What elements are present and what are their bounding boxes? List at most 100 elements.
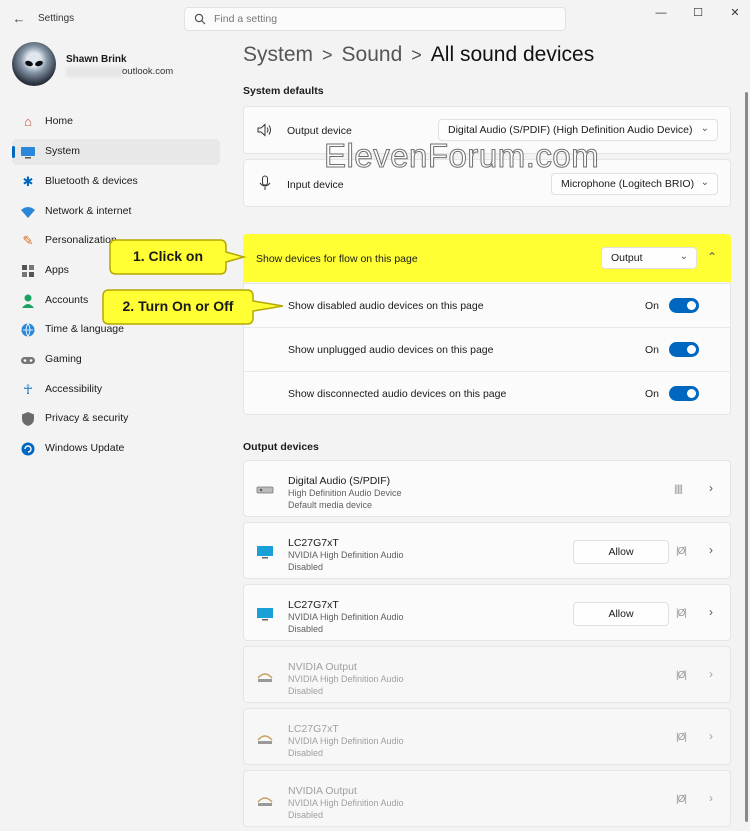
email-redaction (66, 67, 122, 77)
chevron-up-icon[interactable]: ⌃ (707, 250, 717, 264)
device-driver: NVIDIA High Definition Audio (288, 798, 404, 808)
sidebar-item-network[interactable]: Network & internet (12, 199, 220, 225)
volume-muted-icon: |Ø| (676, 608, 687, 619)
volume-muted-icon: |Ø| (676, 794, 687, 805)
sidebar-item-label: Accessibility (45, 383, 103, 395)
flow-option-label: Show disconnected audio devices on this … (288, 388, 507, 400)
toggle-state: On (645, 388, 660, 400)
device-card[interactable]: LC27G7xT NVIDIA High Definition Audio Di… (243, 584, 731, 641)
search-input[interactable]: Find a setting (184, 7, 566, 31)
volume-muted-icon: |Ø| (676, 546, 687, 557)
sidebar-item-system[interactable]: System (12, 139, 220, 165)
sidebar-item-label: Privacy & security (45, 412, 129, 424)
callout-turn-on-off-text: 2. Turn On or Off (122, 298, 234, 314)
search-placeholder: Find a setting (214, 13, 278, 25)
user-name: Shawn Brink (66, 54, 127, 65)
gamepad-icon (20, 352, 36, 368)
sidebar-item-home[interactable]: ⌂ Home (12, 109, 220, 135)
speaker-icon (257, 123, 271, 137)
minimize-button[interactable]: — (652, 6, 670, 20)
breadcrumb-sound[interactable]: Sound (342, 43, 403, 66)
callout-click-on-text: 1. Click on (132, 248, 204, 264)
monitor-icon (257, 546, 273, 559)
device-card[interactable]: NVIDIA Output NVIDIA High Definition Aud… (243, 646, 731, 703)
output-device-value: Digital Audio (S/PDIF) (High Definition … (448, 124, 693, 136)
audio-jack-icon (257, 735, 273, 744)
sidebar-item-label: Accounts (45, 294, 89, 306)
flow-option-label: Show unplugged audio devices on this pag… (288, 344, 494, 356)
watermark: ElevenForum.com (323, 137, 600, 175)
device-status: Disabled (288, 562, 324, 572)
maximize-button[interactable]: ☐ (689, 6, 707, 20)
toggle-state: On (645, 300, 660, 312)
device-status: Disabled (288, 624, 324, 634)
chevron-down-icon: ⌄ (700, 123, 709, 134)
brush-icon: ✎ (22, 233, 34, 248)
avatar[interactable] (12, 42, 56, 86)
chevron-right-icon: › (709, 729, 713, 743)
app-title: Settings (38, 13, 75, 24)
allow-button[interactable]: Allow (573, 540, 669, 564)
device-card[interactable]: Digital Audio (S/PDIF) High Definition A… (243, 460, 731, 517)
monitor-icon (257, 608, 273, 621)
flow-option-label: Show disabled audio devices on this page (288, 300, 484, 312)
device-status: Disabled (288, 686, 324, 696)
home-icon: ⌂ (24, 114, 32, 129)
flow-option-disconnected: Show disconnected audio devices on this … (244, 372, 730, 416)
flow-options: Show disabled audio devices on this page… (243, 283, 731, 415)
sidebar-item-bluetooth[interactable]: ✱ Bluetooth & devices (12, 169, 220, 195)
device-name: LC27G7xT (288, 599, 339, 611)
input-device-dropdown[interactable]: Microphone (Logitech BRIO) ⌄ (551, 173, 718, 195)
show-disabled-toggle[interactable] (669, 298, 699, 313)
device-status: Default media device (288, 500, 373, 510)
system-defaults-heading: System defaults (243, 85, 324, 97)
sidebar-item-label: Personalization (45, 234, 117, 246)
user-email: outlook.com (122, 66, 174, 77)
device-card[interactable]: LC27G7xT NVIDIA High Definition Audio Di… (243, 708, 731, 765)
flow-dropdown[interactable]: Output ⌄ (601, 247, 697, 269)
accessibility-icon: ☥ (23, 382, 33, 397)
volume-meter-icon: ||||| (674, 484, 683, 495)
device-name: LC27G7xT (288, 537, 339, 549)
device-driver: High Definition Audio Device (288, 488, 402, 498)
sidebar-item-windows-update[interactable]: Windows Update (12, 436, 220, 462)
sidebar-item-label: Apps (45, 264, 69, 276)
scrollbar[interactable] (745, 92, 748, 822)
device-driver: NVIDIA High Definition Audio (288, 612, 404, 622)
chevron-right-icon: › (709, 791, 713, 805)
audio-jack-icon (257, 673, 273, 682)
bluetooth-icon: ✱ (22, 174, 34, 189)
breadcrumb-system[interactable]: System (243, 43, 313, 66)
microphone-icon (259, 175, 271, 190)
sidebar-item-accessibility[interactable]: ☥ Accessibility (12, 377, 220, 403)
back-arrow-icon[interactable]: ← (10, 10, 28, 28)
audio-jack-icon (257, 797, 273, 806)
wifi-icon (20, 204, 36, 220)
sidebar-item-label: System (45, 145, 81, 157)
device-status: Disabled (288, 748, 324, 758)
globe-icon (20, 322, 36, 338)
sidebar-item-label: Network & internet (45, 205, 132, 217)
device-card[interactable]: LC27G7xT NVIDIA High Definition Audio Di… (243, 522, 731, 579)
speaker-box-icon (256, 486, 274, 494)
chevron-right-icon: › (709, 667, 713, 681)
sidebar-item-label: Bluetooth & devices (45, 175, 138, 187)
breadcrumb-separator: > (322, 45, 333, 65)
breadcrumb: System > Sound > All sound devices (243, 43, 594, 67)
input-device-value: Microphone (Logitech BRIO) (561, 178, 695, 190)
allow-button[interactable]: Allow (573, 602, 669, 626)
show-unplugged-toggle[interactable] (669, 342, 699, 357)
chevron-right-icon: › (709, 605, 713, 619)
close-button[interactable]: ✕ (726, 6, 744, 20)
accounts-icon (20, 293, 36, 309)
breadcrumb-separator: > (411, 45, 422, 65)
input-device-label: Input device (287, 179, 344, 191)
sidebar-item-privacy[interactable]: Privacy & security (12, 406, 220, 432)
device-name: NVIDIA Output (288, 785, 357, 797)
sidebar-item-gaming[interactable]: Gaming (12, 347, 220, 373)
device-card[interactable]: NVIDIA Output NVIDIA High Definition Aud… (243, 770, 731, 827)
device-driver: NVIDIA High Definition Audio (288, 736, 404, 746)
chevron-down-icon: ⌄ (700, 177, 709, 188)
flow-header[interactable]: Show devices for flow on this page Outpu… (243, 234, 731, 282)
show-disconnected-toggle[interactable] (669, 386, 699, 401)
